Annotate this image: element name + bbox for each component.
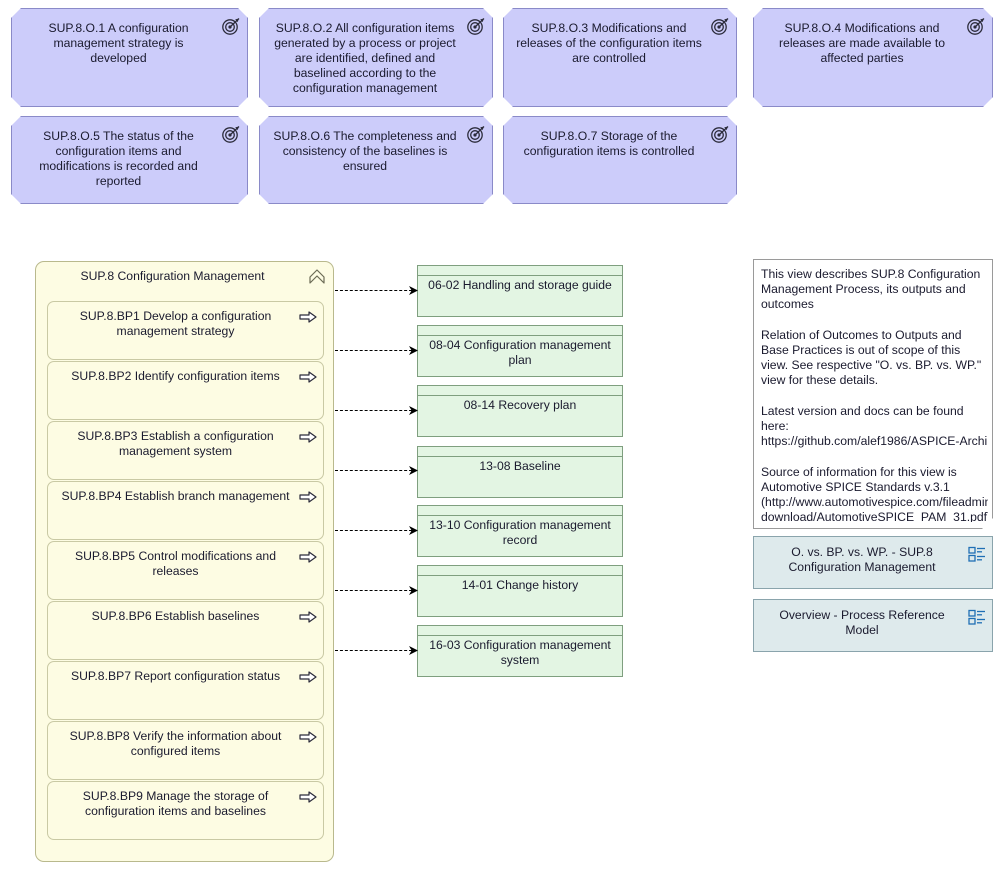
outcome-box-5[interactable]: SUP.8.O.5 The status of the configuratio… xyxy=(11,116,248,204)
outcome-box-3[interactable]: SUP.8.O.3 Modifications and releases of … xyxy=(503,8,737,107)
base-practice-3[interactable]: SUP.8.BP3 Establish a configuration mana… xyxy=(47,421,324,480)
view-link-1[interactable]: O. vs. BP. vs. WP. - SUP.8 Configuration… xyxy=(753,536,993,589)
arrow-right-icon xyxy=(298,310,318,324)
base-practice-label: SUP.8.BP7 Report configuration status xyxy=(70,669,281,683)
work-product-4[interactable]: 13-08 Baseline xyxy=(417,446,623,498)
work-product-1[interactable]: 06-02 Handling and storage guide xyxy=(417,265,623,317)
work-product-label: 13-08 Baseline xyxy=(479,459,561,473)
base-practice-label: SUP.8.BP3 Establish a configuration mana… xyxy=(77,429,274,458)
work-product-label: 14-01 Change history xyxy=(461,578,579,592)
arrow-right-icon xyxy=(298,730,318,744)
divider xyxy=(418,275,622,276)
connector-arrowhead xyxy=(409,406,418,415)
view-link-label: O. vs. BP. vs. WP. - SUP.8 Configuration… xyxy=(788,545,936,574)
process-title: SUP.8 Configuration Management xyxy=(80,269,265,283)
work-product-6[interactable]: 14-01 Change history xyxy=(417,565,623,617)
process-container[interactable]: SUP.8 Configuration Management SUP.8.BP1… xyxy=(35,261,334,862)
work-product-2[interactable]: 08-04 Configuration management plan xyxy=(417,325,623,377)
base-practice-6[interactable]: SUP.8.BP6 Establish baselines xyxy=(47,601,324,660)
outcome-box-1[interactable]: SUP.8.O.1 A configuration management str… xyxy=(11,8,248,107)
base-practice-7[interactable]: SUP.8.BP7 Report configuration status xyxy=(47,661,324,720)
base-practice-9[interactable]: SUP.8.BP9 Manage the storage of configur… xyxy=(47,781,324,840)
arrow-right-icon xyxy=(298,430,318,444)
work-product-label: 16-03 Configuration management system xyxy=(429,638,611,667)
connector-arrowhead xyxy=(409,346,418,355)
divider xyxy=(418,515,622,516)
outcome-label: SUP.8.O.3 Modifications and releases of … xyxy=(516,21,702,65)
arrow-right-icon xyxy=(298,370,318,384)
target-icon xyxy=(710,17,730,35)
work-product-label: 08-14 Recovery plan xyxy=(463,398,577,412)
divider xyxy=(418,456,622,457)
outcome-box-6[interactable]: SUP.8.O.6 The completeness and consisten… xyxy=(259,116,493,204)
outcome-label: SUP.8.O.4 Modifications and releases are… xyxy=(779,21,945,65)
base-practice-8[interactable]: SUP.8.BP8 Verify the information about c… xyxy=(47,721,324,780)
arrow-right-icon xyxy=(298,670,318,684)
outcome-label: SUP.8.O.6 The completeness and consisten… xyxy=(273,129,457,173)
target-icon xyxy=(221,125,241,143)
outcome-box-7[interactable]: SUP.8.O.7 Storage of the configuration i… xyxy=(503,116,737,204)
view-list-icon xyxy=(967,545,987,563)
connector-line xyxy=(335,350,417,352)
process-chevron-icon xyxy=(307,267,327,287)
work-product-5[interactable]: 13-10 Configuration management record xyxy=(417,505,623,557)
base-practice-label: SUP.8.BP8 Verify the information about c… xyxy=(69,729,282,758)
connector-line xyxy=(335,650,417,652)
outcome-box-2[interactable]: SUP.8.O.2 All configuration items genera… xyxy=(259,8,493,107)
outcome-box-4[interactable]: SUP.8.O.4 Modifications and releases are… xyxy=(753,8,993,107)
target-icon xyxy=(710,125,730,143)
connector-line xyxy=(335,470,417,472)
work-product-label: 08-04 Configuration management plan xyxy=(429,338,611,367)
connector-arrowhead xyxy=(409,586,418,595)
connector-arrowhead xyxy=(409,526,418,535)
connector-line xyxy=(335,410,417,412)
base-practice-4[interactable]: SUP.8.BP4 Establish branch management xyxy=(47,481,324,540)
note-box: This view describes SUP.8 Configuration … xyxy=(753,259,993,529)
target-icon xyxy=(466,125,486,143)
view-list-icon xyxy=(967,608,987,626)
work-product-label: 06-02 Handling and storage guide xyxy=(428,278,612,292)
view-link-2[interactable]: Overview - Process Reference Model xyxy=(753,599,993,652)
base-practice-label: SUP.8.BP6 Establish baselines xyxy=(91,609,260,623)
base-practice-label: SUP.8.BP1 Develop a configuration manage… xyxy=(79,309,272,338)
base-practice-5[interactable]: SUP.8.BP5 Control modifications and rele… xyxy=(47,541,324,600)
base-practice-1[interactable]: SUP.8.BP1 Develop a configuration manage… xyxy=(47,301,324,360)
target-icon xyxy=(466,17,486,35)
target-icon xyxy=(966,17,986,35)
arrow-right-icon xyxy=(298,790,318,804)
base-practice-label: SUP.8.BP5 Control modifications and rele… xyxy=(75,549,276,578)
divider xyxy=(418,395,622,396)
divider xyxy=(418,635,622,636)
outcome-label: SUP.8.O.7 Storage of the configuration i… xyxy=(523,129,695,158)
connector-line xyxy=(335,590,417,592)
connector-line xyxy=(335,530,417,532)
arrow-right-icon xyxy=(298,610,318,624)
base-practice-2[interactable]: SUP.8.BP2 Identify configuration items xyxy=(47,361,324,420)
view-link-label: Overview - Process Reference Model xyxy=(779,608,945,637)
outcome-label: SUP.8.O.2 All configuration items genera… xyxy=(274,21,456,95)
diagram-canvas: SUP.8.O.1 A configuration management str… xyxy=(0,0,1002,873)
connector-arrowhead xyxy=(409,466,418,475)
outcome-label: SUP.8.O.1 A configuration management str… xyxy=(48,21,189,65)
outcome-label: SUP.8.O.5 The status of the configuratio… xyxy=(39,129,198,188)
connector-arrowhead xyxy=(409,286,418,295)
connector-line xyxy=(335,290,417,292)
work-product-3[interactable]: 08-14 Recovery plan xyxy=(417,385,623,437)
arrow-right-icon xyxy=(298,490,318,504)
base-practice-label: SUP.8.BP9 Manage the storage of configur… xyxy=(82,789,269,818)
arrow-right-icon xyxy=(298,550,318,564)
divider xyxy=(418,575,622,576)
connector-arrowhead xyxy=(409,646,418,655)
base-practice-label: SUP.8.BP4 Establish branch management xyxy=(61,489,290,503)
divider xyxy=(418,335,622,336)
work-product-7[interactable]: 16-03 Configuration management system xyxy=(417,625,623,677)
note-text: This view describes SUP.8 Configuration … xyxy=(761,267,988,522)
target-icon xyxy=(221,17,241,35)
base-practice-label: SUP.8.BP2 Identify configuration items xyxy=(71,369,280,383)
work-product-label: 13-10 Configuration management record xyxy=(429,518,611,547)
